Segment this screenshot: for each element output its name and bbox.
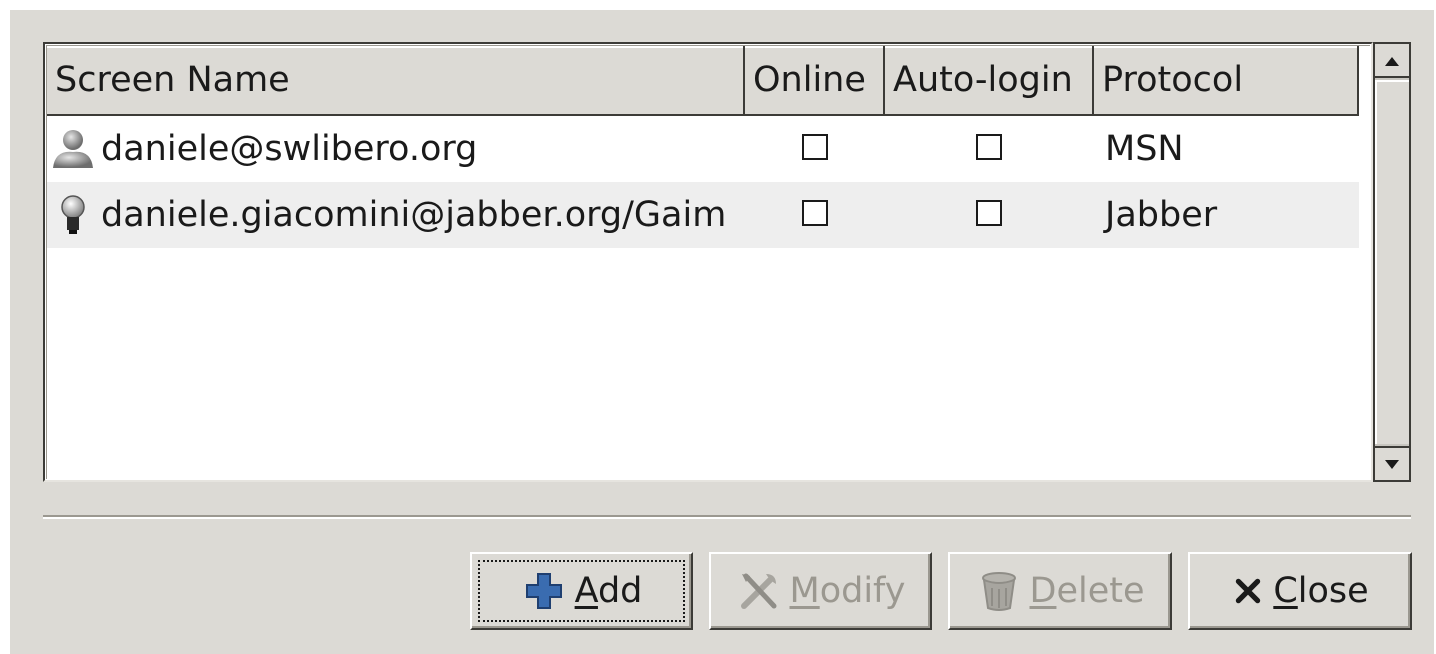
scrollbar-trough[interactable] <box>1375 80 1409 444</box>
online-checkbox[interactable] <box>802 134 828 160</box>
auto-login-checkbox[interactable] <box>976 134 1002 160</box>
arrow-down-icon <box>1385 460 1399 469</box>
list-header: Screen Name Online Auto-login Protocol <box>47 46 1359 116</box>
screen-name-cell: daniele@swlibero.org <box>101 129 478 169</box>
horizontal-separator <box>43 515 1411 519</box>
accounts-window: Screen Name Online Auto-login Protocol d… <box>10 10 1434 654</box>
account-row[interactable]: daniele@swlibero.org MSN <box>47 116 1359 182</box>
add-button-label: Add <box>574 571 643 611</box>
delete-button-label: Delete <box>1029 571 1145 611</box>
modify-button[interactable]: Modify <box>709 552 932 630</box>
arrow-up-icon <box>1385 57 1399 66</box>
protocol-cell: Jabber <box>1105 195 1218 235</box>
trash-icon <box>981 572 1016 611</box>
close-button-label: Close <box>1273 571 1369 611</box>
delete-button[interactable]: Delete <box>948 552 1172 630</box>
column-header-protocol[interactable]: Protocol <box>1094 46 1359 114</box>
column-header-screen-name-label: Screen Name <box>55 60 290 100</box>
screen-name-cell: daniele.giacomini@jabber.org/Gaim <box>101 195 727 235</box>
column-header-screen-name[interactable]: Screen Name <box>47 46 745 114</box>
plus-icon <box>525 573 562 609</box>
column-header-auto-login-label: Auto-login <box>893 60 1073 100</box>
account-row[interactable]: daniele.giacomini@jabber.org/Gaim Jabber <box>47 182 1359 248</box>
scroll-up-button[interactable] <box>1375 44 1409 78</box>
auto-login-checkbox[interactable] <box>976 200 1002 226</box>
close-button[interactable]: Close <box>1188 552 1412 630</box>
accounts-list-viewport: Screen Name Online Auto-login Protocol d… <box>46 45 1370 479</box>
accounts-list[interactable]: Screen Name Online Auto-login Protocol d… <box>43 42 1373 482</box>
column-header-online[interactable]: Online <box>745 46 885 114</box>
column-header-online-label: Online <box>753 60 866 100</box>
msn-buddy-icon <box>53 130 93 168</box>
close-x-icon <box>1236 578 1261 604</box>
online-checkbox[interactable] <box>802 200 828 226</box>
scroll-down-button[interactable] <box>1375 446 1409 480</box>
tools-icon <box>740 573 776 609</box>
protocol-cell: MSN <box>1105 129 1184 169</box>
vertical-scrollbar[interactable] <box>1373 42 1411 482</box>
modify-button-label: Modify <box>789 571 906 611</box>
column-header-auto-login[interactable]: Auto-login <box>885 46 1094 114</box>
column-header-protocol-label: Protocol <box>1102 60 1244 100</box>
jabber-lightbulb-icon <box>61 195 85 234</box>
add-button[interactable]: Add <box>470 552 693 630</box>
